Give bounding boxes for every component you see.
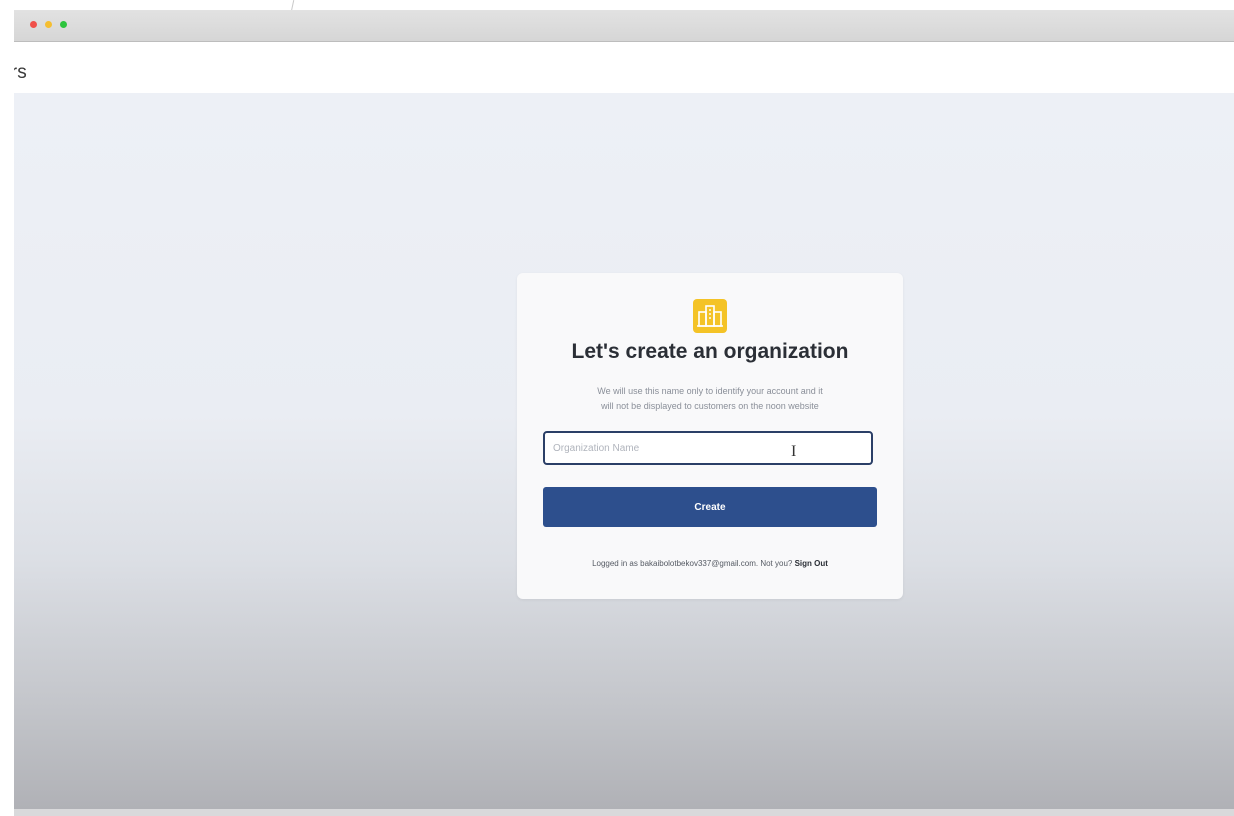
create-button[interactable]: Create: [543, 487, 877, 527]
logged-in-email: bakaibolotbekov337@gmail.com.: [640, 559, 759, 568]
subtitle-line-1: We will use this name only to identify y…: [597, 386, 823, 396]
subtitle-line-2: will not be displayed to customers on th…: [601, 401, 819, 411]
bottom-bar: [14, 809, 1234, 816]
page-header: ers: [14, 52, 1234, 92]
not-you-text: Not you?: [760, 559, 793, 568]
close-window-button[interactable]: [30, 21, 37, 28]
sign-out-link[interactable]: Sign Out: [795, 559, 828, 568]
organization-name-input[interactable]: [543, 431, 873, 465]
maximize-window-button[interactable]: [60, 21, 67, 28]
dialog-subtitle: We will use this name only to identify y…: [543, 384, 877, 414]
browser-window: ers Let's create an organization We will…: [14, 10, 1234, 816]
logged-in-prefix: Logged in as: [592, 559, 638, 568]
dialog-title: Let's create an organization: [571, 340, 849, 363]
page-header-title: ers: [14, 62, 27, 83]
window-titlebar: [14, 10, 1234, 42]
text-cursor-icon: I: [791, 443, 797, 460]
organization-building-icon: [693, 299, 727, 333]
minimize-window-button[interactable]: [45, 21, 52, 28]
create-organization-card: Let's create an organization We will use…: [517, 273, 903, 599]
logged-in-info: Logged in as bakaibolotbekov337@gmail.co…: [517, 559, 903, 568]
main-content-area: Let's create an organization We will use…: [14, 93, 1234, 809]
